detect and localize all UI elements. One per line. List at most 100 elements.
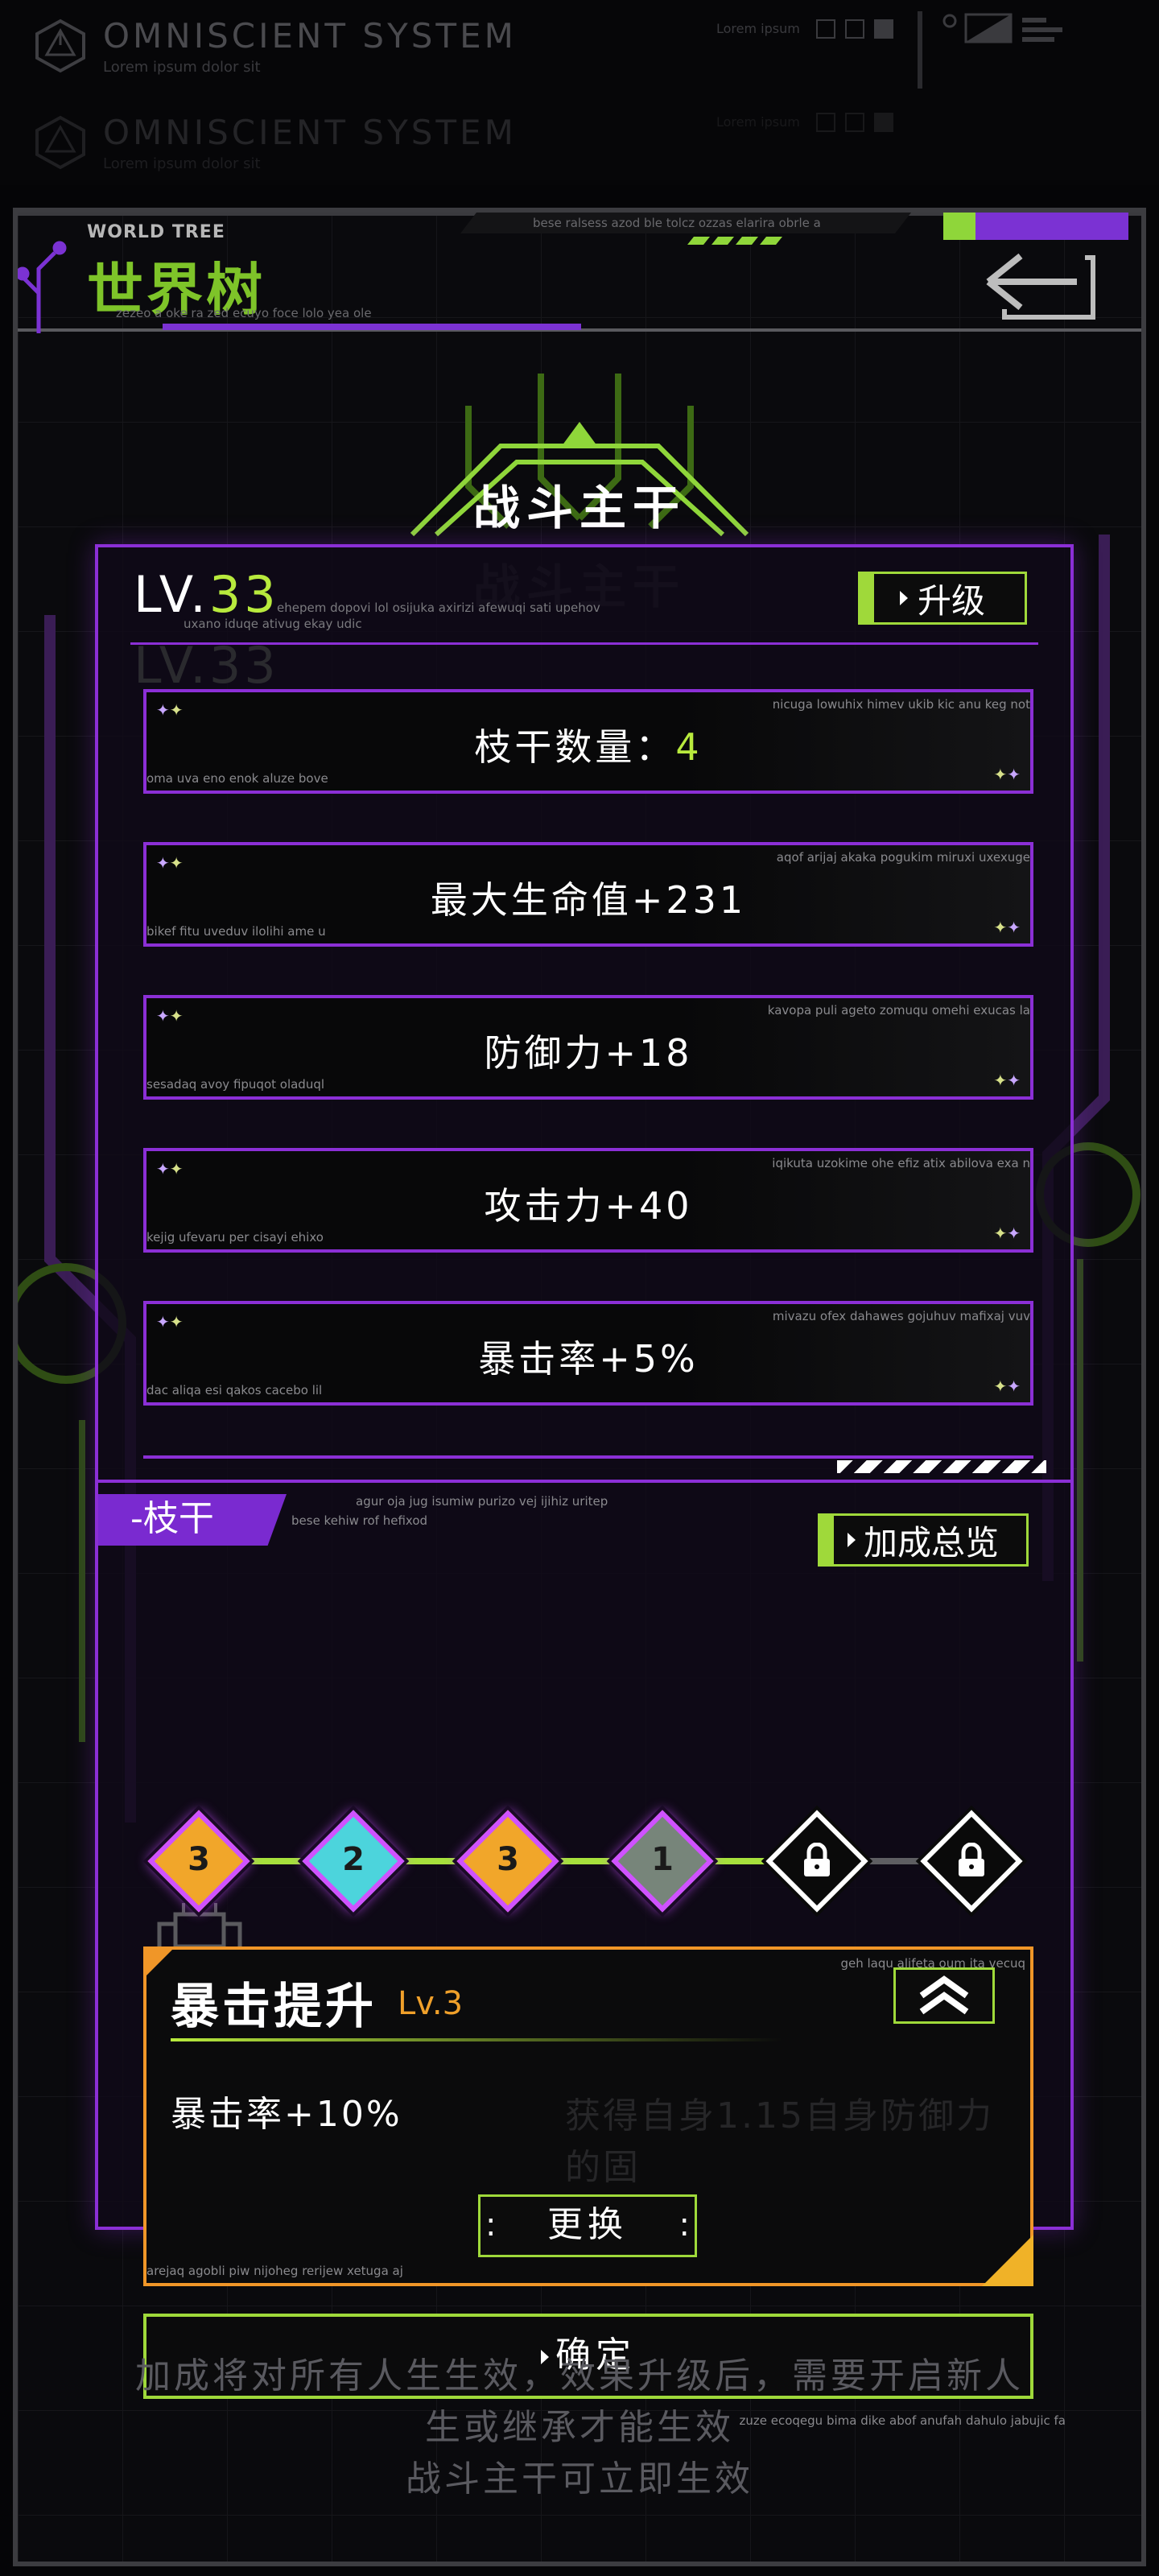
ghost-status-label: Lorem ipsum: [716, 21, 800, 36]
stat-row-defense: ✦✦ 防御力+18 sesadaq avoy fipuqot oladuql k…: [143, 995, 1033, 1100]
stat-lorem: dac aliqa esi qakos cacebo lil: [146, 1383, 323, 1397]
upgrade-button[interactable]: 升级: [858, 572, 1027, 625]
bonus-overview-label: 加成总览: [863, 1522, 999, 1563]
sparkle-icon: ✦✦: [156, 700, 184, 720]
stat-value: 暴击率+5%: [478, 1337, 699, 1381]
branch-node[interactable]: 3: [454, 1807, 562, 1915]
stat-value: 攻击力+40: [484, 1184, 693, 1228]
header-lorem-top: bese ralsess azod ble tolcz ozzas elarir…: [533, 216, 821, 230]
skill-name-underline: [171, 2038, 782, 2041]
skill-name: 暴击提升: [171, 1979, 377, 2035]
play-arrow-icon: [847, 1533, 856, 1547]
node-level: 1: [651, 1841, 674, 1878]
branch-node[interactable]: 2: [299, 1807, 407, 1915]
back-arrow-button[interactable]: [972, 242, 1109, 322]
stat-row-max-hp: ✦✦ 最大生命值+231 bikef fitu uveduv ilolihi a…: [143, 842, 1033, 947]
close-box-icon: [845, 113, 864, 132]
header-lorem: zezeo a oke ra zed ecuyo foce lolo yea o…: [116, 306, 372, 320]
skill-level: Lv.3: [398, 1985, 464, 2022]
level-divider: [130, 642, 1038, 645]
lock-icon: [804, 1843, 830, 1876]
level-lorem: ehepem dopovi lol osijuka axirizi afewuq…: [277, 601, 600, 615]
world-tree-window: WORLD TREE 世界树 zezeo a oke ra zed ecuyo …: [13, 208, 1146, 2566]
stat-lorem: nicuga lowuhix himev ukib kic anu keg no…: [772, 697, 1030, 712]
checkbox-icon: [816, 113, 835, 132]
stat-lorem: aqof arijaj akaka pogukim miruxi uxexuge: [776, 850, 1030, 865]
node-level: 3: [188, 1841, 210, 1878]
stat-lorem: iqikuta uzokime ohe efiz atix abilova ex…: [772, 1156, 1030, 1170]
ghost-status-panel-echo: Lorem ipsum: [716, 105, 1095, 177]
branch-lorem-2: bese kehiw rof hefixod: [291, 1513, 428, 1528]
skill-lorem-2: arejaq agobli piw nijoheg rerijew xetuga…: [146, 2264, 403, 2278]
header-title-en: WORLD TREE: [87, 222, 225, 242]
ghost-title-echo: OMNISCIENT SYSTEM: [103, 113, 517, 152]
skill-upgrade-button[interactable]: [893, 1967, 995, 2024]
stat-lorem: kejig ufevaru per cisayi ehixo: [146, 1230, 324, 1245]
sparkle-icon: ✦✦: [993, 1377, 1021, 1396]
stat-lorem: oma uva eno enok aluze bove: [146, 771, 328, 786]
filled-box-icon: [874, 113, 893, 132]
close-box-icon: [845, 19, 864, 39]
ghost-brand-echo: OMNISCIENT SYSTEM Lorem ipsum dolor sit: [32, 113, 517, 172]
footer-line: 加成将对所有人生生效，效果升级后，需要开启新人: [135, 2355, 1024, 2396]
ghost-divider: [918, 11, 922, 89]
level-value: 33: [208, 565, 279, 624]
sparkle-icon: ✦✦: [993, 1224, 1021, 1243]
stat-lorem: mivazu ofex dahawes gojuhuv mafixaj vuv: [772, 1309, 1030, 1323]
ghost-title: OMNISCIENT SYSTEM: [103, 16, 517, 56]
stat-value: 防御力+18: [484, 1031, 693, 1075]
omniscient-logo-icon: [35, 115, 85, 170]
skill-effect-ghost: 获得自身1.15自身防御力的固: [565, 2095, 994, 2188]
sparkle-icon: ✦✦: [156, 1006, 184, 1026]
branch-node-locked[interactable]: [918, 1807, 1025, 1915]
stat-row-attack: ✦✦ 攻击力+40 kejig ufevaru per cisayi ehixo…: [143, 1148, 1033, 1253]
section-divider: [98, 1480, 1070, 1483]
play-arrow-icon: [899, 591, 908, 605]
stat-lorem: sesadaq avoy fipuqot oladuql: [146, 1077, 325, 1092]
ghost-brand: OMNISCIENT SYSTEM Lorem ipsum dolor sit: [32, 16, 517, 76]
skill-effect: 暴击率+10%: [171, 2094, 402, 2135]
checkbox-icon: [816, 19, 835, 39]
stat-value: 枝干数量：4: [474, 725, 703, 769]
ghost-gauge-icon: [942, 13, 1062, 43]
sparkle-icon: ✦✦: [993, 1071, 1021, 1090]
sparkle-icon: ✦✦: [156, 853, 184, 873]
stat-lorem: bikef fitu uveduv ilolihi ame u: [146, 924, 326, 939]
hazard-stripes: [837, 1460, 1046, 1473]
sparkle-icon: ✦✦: [993, 918, 1021, 937]
sparkle-icon: ✦✦: [156, 1312, 184, 1331]
battle-trunk-panel: LV.33 LV.33 ehepem dopovi lol osijuka ax…: [95, 544, 1074, 2428]
ghost-status-label-echo: Lorem ipsum: [716, 114, 800, 130]
skill-card: 暴击提升 Lv.3 geh laqu alifeta oum ita vecuq…: [143, 1946, 1033, 2286]
bonus-overview-button[interactable]: 加成总览: [818, 1513, 1029, 1567]
ghost-header: OMNISCIENT SYSTEM Lorem ipsum dolor sit …: [0, 0, 1159, 185]
node-level: 2: [342, 1841, 365, 1878]
branch-lorem: agur oja jug isumiw purizo vej ijihiz ur…: [356, 1494, 608, 1509]
sparkle-icon: ✦✦: [156, 1159, 184, 1179]
sparkle-icon: ✦✦: [993, 765, 1021, 784]
footer-note: 加成将对所有人生生效，效果升级后，需要开启新人 生或继承才能生效 战斗主干可立即…: [18, 2351, 1141, 2505]
branch-node-locked[interactable]: [763, 1807, 871, 1915]
stat-value: 最大生命值+231: [430, 878, 747, 922]
stat-row-crit-rate: ✦✦ 暴击率+5% dac aliqa esi qakos cacebo lil…: [143, 1301, 1033, 1406]
lock-icon: [959, 1843, 984, 1876]
branch-section-tag: -枝干: [98, 1494, 287, 1546]
branch-node[interactable]: 1: [608, 1807, 716, 1915]
level-label: LV.33: [134, 565, 279, 624]
stat-lorem: kavopa puli ageto zomuqu omehi exucas la: [767, 1003, 1030, 1018]
page-title: 战斗主干: [472, 481, 686, 535]
node-level: 3: [497, 1841, 519, 1878]
footer-line: 战斗主干可立即生效: [406, 2458, 753, 2500]
double-chevron-up-icon: [919, 1975, 969, 2015]
swap-button[interactable]: 更换: [478, 2194, 697, 2257]
branch-node[interactable]: 3: [145, 1807, 253, 1915]
world-tree-header: WORLD TREE 世界树 zezeo a oke ra zed ecuyo …: [18, 213, 1141, 333]
ghost-status-panel: Lorem ipsum: [716, 11, 1095, 89]
ghost-subtitle-echo: Lorem ipsum dolor sit: [103, 155, 261, 172]
footer-line: 生或继承才能生效: [425, 2407, 734, 2448]
level-prefix: LV.: [134, 565, 209, 624]
ghost-subtitle: Lorem ipsum dolor sit: [103, 59, 261, 76]
filled-box-icon: [874, 19, 893, 39]
omniscient-logo-icon: [35, 19, 85, 73]
level-lorem-2: uxano iduqe ativug ekay udic: [184, 617, 362, 631]
